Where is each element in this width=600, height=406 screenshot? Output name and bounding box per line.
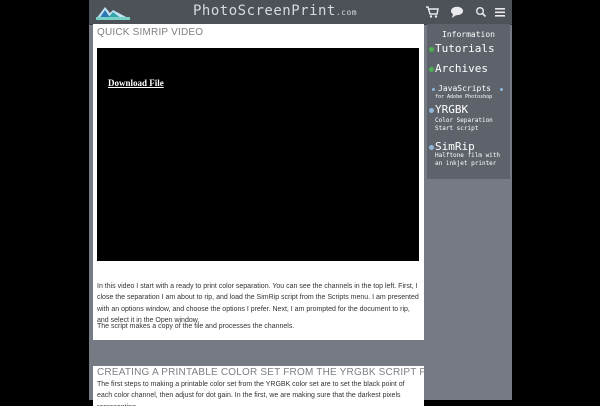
chat-icon[interactable] — [450, 5, 464, 19]
bullet-icon — [429, 67, 434, 72]
sidebar-item-subtext: Color Separation Start script — [435, 117, 493, 132]
site-title-tld: .com — [335, 8, 358, 17]
site-title-text: PhotoScreenPrint — [193, 3, 336, 19]
logo-icon[interactable] — [96, 4, 130, 20]
sidebar-item-archives[interactable]: Archives — [435, 62, 488, 75]
article-printable-color-set: CREATING A PRINTABLE COLOR SET FROM THE … — [93, 366, 424, 406]
sidebar-item-yrgbk[interactable]: YRGBK — [435, 103, 468, 116]
article-paragraph: The script makes a copy of the file and … — [97, 323, 295, 330]
site-title[interactable]: PhotoScreenPrint.com — [193, 3, 357, 19]
bullet-icon — [429, 145, 434, 150]
article-paragraph: In this video I start with a ready to pr… — [97, 283, 419, 324]
sidebar-item-javascripts[interactable]: JavaScripts — [438, 84, 491, 93]
search-icon[interactable] — [475, 5, 487, 19]
sidebar-heading: Information — [442, 30, 495, 39]
sidebar-item-tutorials[interactable]: Tutorials — [435, 42, 495, 55]
menu-icon[interactable] — [495, 5, 505, 19]
sidebar-item-subtext: Halftone film with an inkjet printer — [435, 152, 501, 167]
bullet-icon — [500, 88, 503, 91]
article-title: CREATING A PRINTABLE COLOR SET FROM THE … — [97, 367, 424, 378]
page: PhotoScreenPrint.com QUICK SIMRIP VIDEO … — [89, 0, 512, 406]
sidebar-information: Information Tutorials Archives JavaScrip… — [427, 24, 510, 179]
cart-icon[interactable] — [425, 5, 439, 19]
article-paragraph: The first steps to making a printable co… — [97, 381, 405, 406]
bullet-icon — [429, 108, 434, 113]
article-quick-simrip: QUICK SIMRIP VIDEO Download File In this… — [93, 24, 424, 340]
bullet-icon — [429, 47, 434, 52]
bullet-icon — [432, 88, 435, 91]
top-bar: PhotoScreenPrint.com — [89, 0, 512, 25]
download-file-link[interactable]: Download File — [108, 78, 164, 88]
article-title: QUICK SIMRIP VIDEO — [97, 27, 204, 38]
sidebar-item-subtext: for Adobe Photoshop — [435, 94, 493, 100]
video-player[interactable]: Download File — [97, 48, 419, 261]
